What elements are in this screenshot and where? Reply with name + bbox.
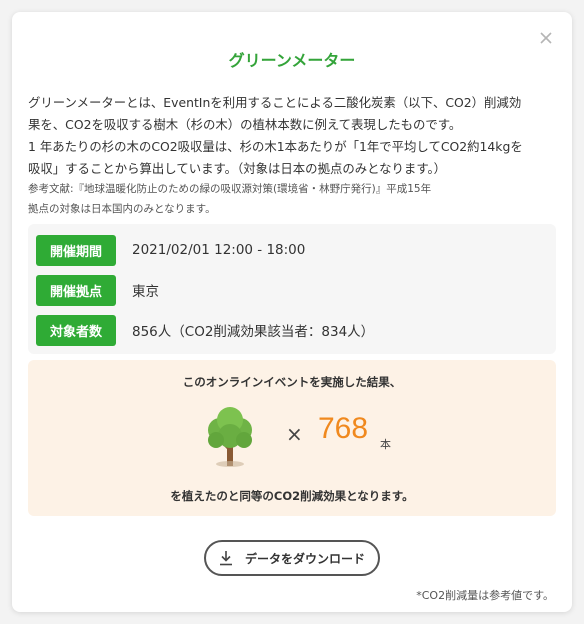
green-meter-modal: グリーンメーター グリーンメーターとは、EventInを利用することによる二酸化… bbox=[12, 12, 572, 612]
description-line: 1 年あたりの杉の木のCO2吸収量は、杉の木1本あたりが「1年で平均してCO2約… bbox=[28, 139, 523, 154]
participants-value: 856人（CO2削減効果該当者：834人） bbox=[132, 324, 375, 340]
reference-note: 参考文献:『地球温暖化防止のための緑の吸収源対策(環境省・林野庁発行)』平成15… bbox=[28, 179, 431, 219]
info-row-location: 開催拠点 東京 bbox=[36, 274, 159, 306]
download-icon bbox=[219, 551, 232, 566]
tree-icon bbox=[202, 404, 258, 470]
tree-count: 768 bbox=[318, 412, 369, 445]
download-label: データをダウンロード bbox=[244, 551, 365, 566]
period-value: 2021/02/01 12:00 - 18:00 bbox=[132, 242, 306, 258]
result-panel: このオンラインイベントを実施した結果、 × 768 本 を植えたのと同等のCO2… bbox=[28, 360, 556, 516]
location-value: 東京 bbox=[132, 284, 159, 300]
location-badge: 開催拠点 bbox=[36, 274, 116, 306]
description-line: 吸収」することから算出しています。（対象は日本の拠点のみとなります。） bbox=[28, 161, 447, 176]
reference-line: 拠点の対象は日本国内のみとなります。 bbox=[28, 203, 216, 215]
info-row-participants: 対象者数 856人（CO2削減効果該当者：834人） bbox=[36, 314, 374, 346]
info-row-period: 開催期間 2021/02/01 12:00 - 18:00 bbox=[36, 234, 305, 266]
close-icon[interactable] bbox=[538, 30, 554, 46]
result-outro: を植えたのと同等のCO2削減効果となります。 bbox=[170, 489, 414, 503]
description-line: グリーンメーターとは、EventInを利用することによる二酸化炭素（以下、CO2… bbox=[28, 95, 522, 110]
modal-title: グリーンメーター bbox=[228, 51, 356, 70]
reference-line: 参考文献:『地球温暖化防止のための緑の吸収源対策(環境省・林野庁発行)』平成15… bbox=[28, 183, 432, 195]
download-button[interactable]: データをダウンロード bbox=[204, 540, 380, 576]
tree-unit: 本 bbox=[380, 438, 391, 451]
footnote: *CO2削減量は参考値です。 bbox=[416, 589, 554, 602]
result-intro: このオンラインイベントを実施した結果、 bbox=[182, 375, 402, 389]
description: グリーンメーターとは、EventInを利用することによる二酸化炭素（以下、CO2… bbox=[28, 92, 556, 180]
tree-count-line: × 768 本 bbox=[28, 404, 556, 470]
participants-badge: 対象者数 bbox=[36, 314, 116, 346]
event-info-panel: 開催期間 2021/02/01 12:00 - 18:00 開催拠点 東京 対象… bbox=[28, 224, 556, 354]
multiply-symbol: × bbox=[286, 422, 303, 446]
description-line: 果を、CO2を吸収する樹木（杉の木）の植林本数に例えて表現したものです。 bbox=[28, 117, 462, 132]
period-badge: 開催期間 bbox=[36, 234, 116, 266]
